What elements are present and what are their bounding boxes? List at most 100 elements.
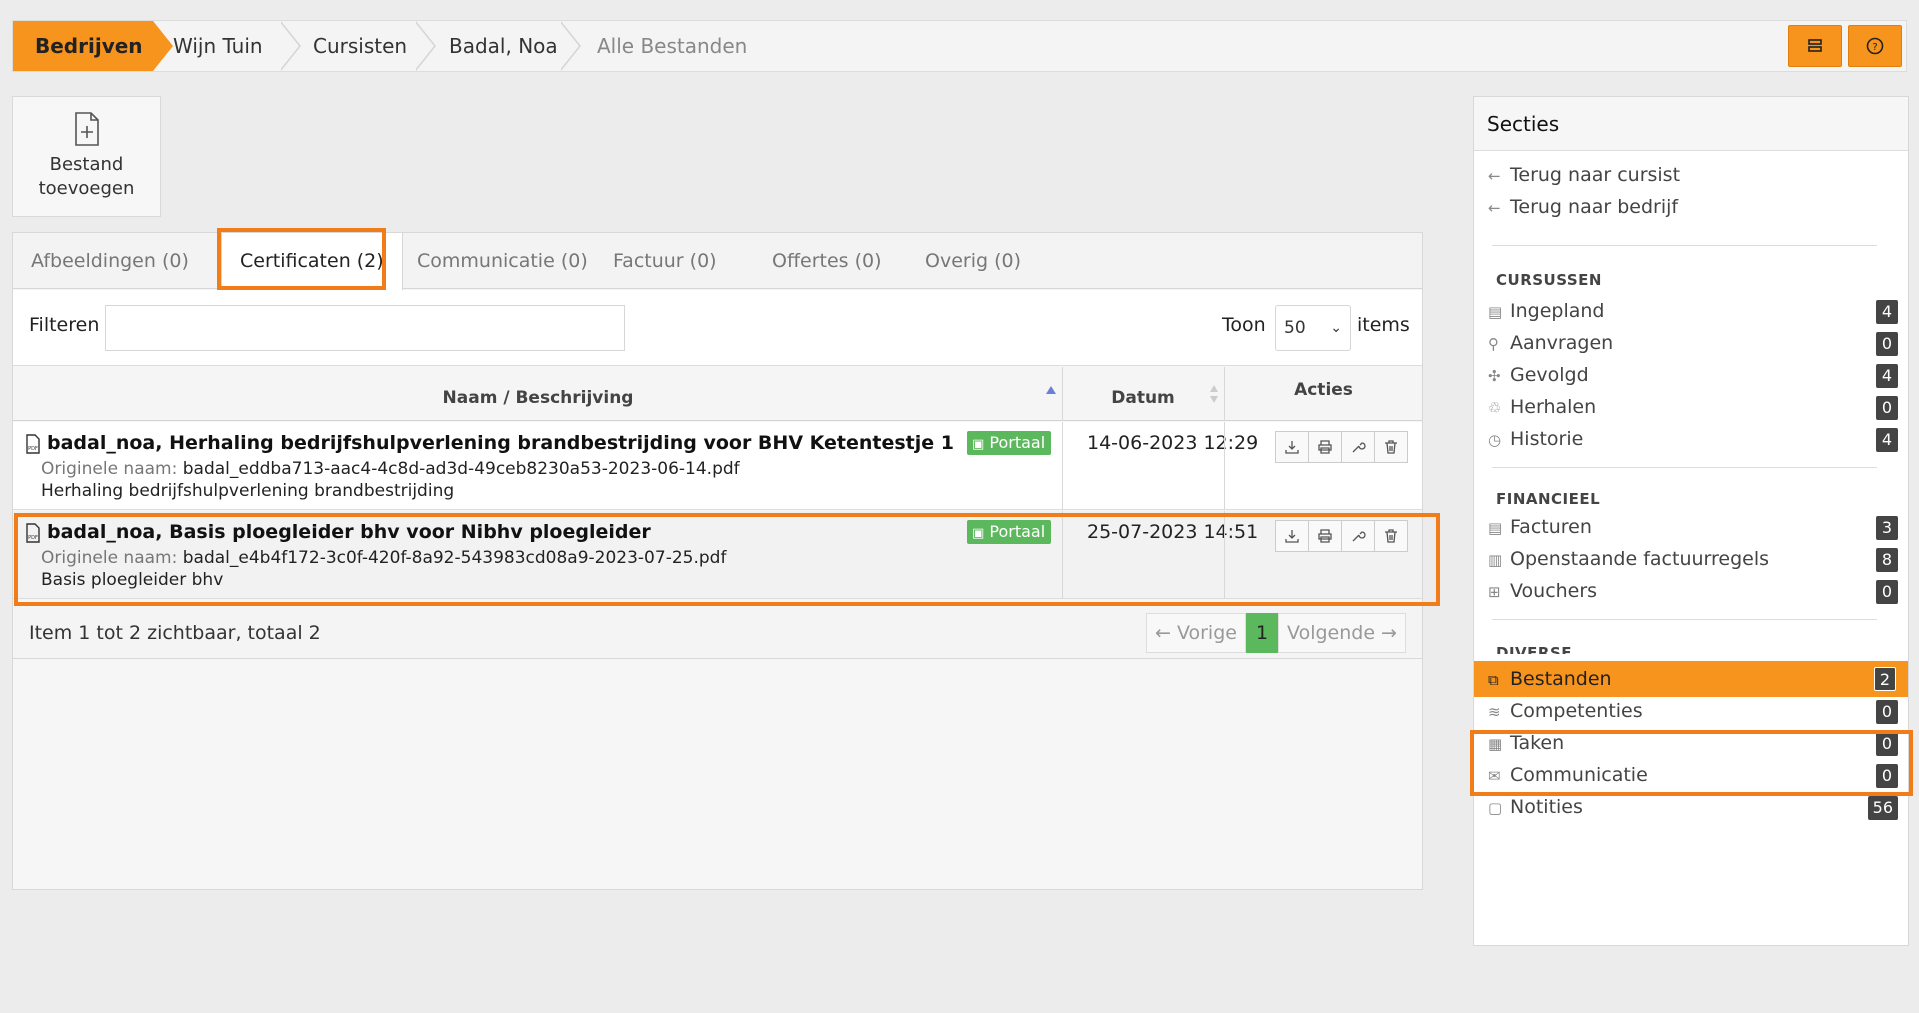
delete-button[interactable] [1374, 520, 1408, 552]
count-badge: 0 [1876, 732, 1898, 756]
breadcrumb-badal-noa[interactable]: Badal, Noa [449, 21, 558, 71]
breadcrumb-wijn-tuin[interactable]: Wijn Tuin [173, 21, 263, 71]
breadcrumb-separator [414, 21, 436, 71]
table-header: Naam / Beschrijving Datum Acties [13, 367, 1422, 421]
breadcrumb-alle-bestanden: Alle Bestanden [597, 34, 748, 58]
recycle-icon: ♲ [1488, 399, 1502, 417]
sidebar-item-label: Herhalen [1510, 396, 1597, 418]
sidebar-item-label: Vouchers [1510, 580, 1598, 602]
original-name: Originele naam: badal_eddba713-aac4-4c8d… [41, 459, 740, 479]
header-date[interactable]: Datum [1063, 367, 1223, 421]
header-actions: Acties [1294, 380, 1353, 400]
svg-text:?: ? [1872, 42, 1877, 53]
count-badge: 8 [1876, 548, 1898, 572]
wrench-icon [1352, 442, 1366, 453]
column-divider [1062, 422, 1063, 510]
breadcrumb: Bedrijven Wijn Tuin Cursisten Badal, Noa… [12, 20, 1907, 72]
sidebar-back-bedrijf[interactable]: ← Terug naar bedrijf [1488, 191, 1898, 223]
column-divider [1062, 511, 1063, 599]
sidebar-item-aanvragen[interactable]: ⚲ Aanvragen 0 [1488, 327, 1898, 359]
sidebar-item-herhalen[interactable]: ♲ Herhalen 0 [1488, 391, 1898, 423]
add-file-label-line2: toevoegen [38, 178, 135, 199]
portal-badge-label: Portaal [989, 522, 1046, 541]
original-name-label: Originele naam: [41, 548, 178, 568]
receipt-icon: ▥ [1488, 551, 1503, 569]
delete-button[interactable] [1374, 431, 1408, 463]
sidebar-item-facturen[interactable]: ▤ Facturen 3 [1488, 511, 1898, 543]
pdf-file-icon: PDF [26, 523, 40, 543]
download-icon [1285, 441, 1299, 454]
header-name[interactable]: Naam / Beschrijving [13, 367, 1063, 421]
sidebar-back-cursist[interactable]: ← Terug naar cursist [1488, 159, 1898, 191]
layout-toggle-button[interactable] [1788, 25, 1842, 67]
sidebar-item-bestanden[interactable]: ⧉ Bestanden 2 [1474, 661, 1908, 697]
breadcrumb-cursisten[interactable]: Cursisten [313, 21, 407, 71]
page-size-select[interactable]: 50 ⌄ [1275, 305, 1351, 351]
file-title[interactable]: badal_noa, Herhaling bedrijfshulpverleni… [47, 432, 954, 454]
download-button[interactable] [1275, 520, 1309, 552]
sidebar-item-label: Communicatie [1510, 764, 1648, 786]
count-badge: 2 [1873, 667, 1896, 691]
sidebar-item-vouchers[interactable]: ⊞ Vouchers 0 [1488, 575, 1898, 607]
sidebar-item-label: Terug naar bedrijf [1510, 196, 1679, 218]
table-footer: Item 1 tot 2 zichtbaar, totaal 2 ← Vorig… [13, 603, 1422, 659]
sidebar-item-notities[interactable]: ▢ Notities 56 [1488, 791, 1898, 823]
sidebar-item-competenties[interactable]: ≋ Competenties 0 [1488, 695, 1898, 727]
tab-certificaten[interactable]: Certificaten (2) [221, 233, 403, 290]
tab-afbeeldingen[interactable]: Afbeeldingen (0) [13, 233, 207, 289]
results-summary: Item 1 tot 2 zichtbaar, totaal 2 [29, 622, 321, 644]
print-button[interactable] [1308, 431, 1342, 463]
sort-asc-icon [1046, 386, 1056, 394]
file-description: Herhaling bedrijfshulpverlening brandbes… [41, 481, 455, 501]
tab-overig[interactable]: Overig (0) [907, 233, 1039, 289]
next-page-button[interactable]: Volgende → [1278, 613, 1406, 653]
sidebar-item-taken[interactable]: ▦ Taken 0 [1488, 727, 1898, 759]
sidebar-item-historie[interactable]: ◷ Historie 4 [1488, 423, 1898, 455]
sidebar-item-ingepland[interactable]: ▤ Ingepland 4 [1488, 295, 1898, 327]
tab-factuur[interactable]: Factuur (0) [595, 233, 735, 289]
sidebar-item-gevolgd[interactable]: ✣ Gevolgd 4 [1488, 359, 1898, 391]
download-button[interactable] [1275, 431, 1309, 463]
file-title[interactable]: badal_noa, Basis ploegleider bhv voor Ni… [47, 521, 651, 543]
prev-page-button[interactable]: ← Vorige [1146, 613, 1246, 653]
envelope-icon: ✉ [1488, 767, 1501, 785]
row-actions [1275, 520, 1408, 552]
tab-communicatie[interactable]: Communicatie (0) [399, 233, 606, 289]
sidebar-divider [1492, 245, 1877, 246]
sidebar-item-label: Historie [1510, 428, 1584, 450]
file-tabs: Afbeeldingen (0) Certificaten (2) Commun… [13, 233, 1422, 290]
file-description: Basis ploegleider bhv [41, 570, 224, 590]
invoice-icon: ▤ [1488, 519, 1503, 537]
breadcrumb-separator [559, 21, 581, 71]
count-badge: 56 [1867, 796, 1898, 820]
print-button[interactable] [1308, 520, 1342, 552]
help-icon: ? [1866, 37, 1884, 55]
group-financieel: FINANCIEEL [1496, 490, 1601, 508]
filter-row: Filteren Toon 50 ⌄ items [13, 290, 1422, 366]
table-row[interactable]: PDF badal_noa, Herhaling bedrijfshulpver… [13, 422, 1422, 510]
edit-button[interactable] [1341, 520, 1375, 552]
current-page[interactable]: 1 [1245, 613, 1279, 653]
pagination: ← Vorige 1 Volgende → [1146, 613, 1406, 653]
edit-button[interactable] [1341, 431, 1375, 463]
trash-icon [1385, 440, 1397, 454]
tab-offertes[interactable]: Offertes (0) [754, 233, 900, 289]
breadcrumb-bedrijven[interactable]: Bedrijven [13, 21, 173, 71]
row-actions [1275, 431, 1408, 463]
note-icon: ▢ [1488, 799, 1503, 817]
count-badge: 4 [1876, 428, 1898, 452]
count-badge: 4 [1876, 364, 1898, 388]
add-file-label-line1: Bestand [49, 154, 124, 175]
sidebar-item-communicatie[interactable]: ✉ Communicatie 0 [1488, 759, 1898, 791]
original-name: Originele naam: badal_e4b4f172-3c0f-420f… [41, 548, 726, 568]
help-button[interactable]: ? [1848, 25, 1902, 67]
column-divider [1224, 511, 1225, 599]
filter-input[interactable] [105, 305, 625, 351]
sidebar-item-label: Gevolgd [1510, 364, 1589, 386]
add-file-button[interactable]: Bestand toevoegen [12, 96, 161, 217]
sidebar-item-openstaande-factuurregels[interactable]: ▥ Openstaande factuurregels 8 [1488, 543, 1898, 575]
gift-icon: ⊞ [1488, 583, 1501, 601]
puzzle-icon: ✣ [1488, 367, 1501, 385]
table-row[interactable]: PDF badal_noa, Basis ploegleider bhv voo… [13, 511, 1422, 599]
sidebar-divider [1492, 467, 1877, 468]
